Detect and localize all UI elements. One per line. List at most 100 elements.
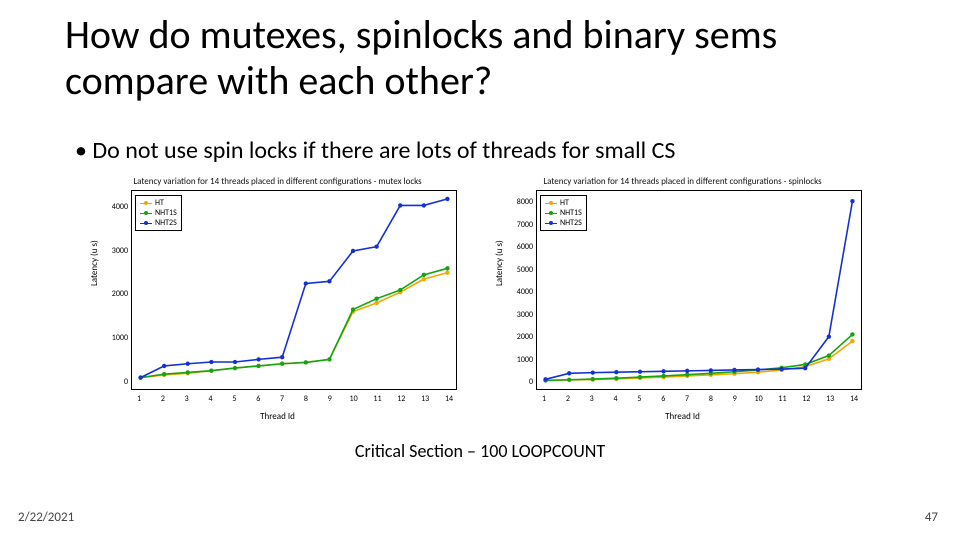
x-tick: 13 bbox=[823, 394, 837, 404]
x-tick: 3 bbox=[180, 394, 194, 404]
chart-mutex: Latency variation for 14 threads placed … bbox=[85, 176, 470, 426]
x-tick: 10 bbox=[752, 394, 766, 404]
x-tick: 5 bbox=[227, 394, 241, 404]
series-marker bbox=[827, 353, 831, 357]
x-tick: 12 bbox=[394, 394, 408, 404]
series-marker bbox=[567, 371, 571, 375]
legend-swatch-icon bbox=[545, 213, 557, 214]
legend-item: NHT1S bbox=[545, 208, 582, 218]
series-marker bbox=[638, 375, 642, 379]
footer-page: 47 bbox=[925, 510, 938, 525]
x-tick: 2 bbox=[156, 394, 170, 404]
series-marker bbox=[233, 360, 237, 364]
x-tick: 9 bbox=[323, 394, 337, 404]
y-tick: 8000 bbox=[499, 197, 533, 207]
chart-spinlock: Latency variation for 14 threads placed … bbox=[490, 176, 875, 426]
x-tick: 8 bbox=[299, 394, 313, 404]
series-marker bbox=[209, 360, 213, 364]
series-marker bbox=[685, 372, 689, 376]
series-marker bbox=[327, 279, 331, 283]
x-tick: 9 bbox=[728, 394, 742, 404]
series-marker bbox=[422, 273, 426, 277]
legend: HTNHT1SNHT2S bbox=[135, 195, 182, 231]
series-marker bbox=[280, 355, 284, 359]
x-tick: 4 bbox=[609, 394, 623, 404]
series-marker bbox=[709, 368, 713, 372]
series-marker bbox=[374, 301, 378, 305]
series-marker bbox=[374, 296, 378, 300]
legend-label: HT bbox=[155, 198, 164, 208]
charts-row: Latency variation for 14 threads placed … bbox=[85, 176, 875, 426]
series-marker bbox=[685, 369, 689, 373]
legend-swatch-icon bbox=[140, 203, 152, 204]
series-marker bbox=[591, 377, 595, 381]
y-tick: 6000 bbox=[499, 242, 533, 252]
x-tick: 6 bbox=[656, 394, 670, 404]
series-marker bbox=[779, 367, 783, 371]
series-marker bbox=[445, 197, 449, 201]
series-marker bbox=[186, 370, 190, 374]
y-tick: 1000 bbox=[499, 355, 533, 365]
x-tick: 7 bbox=[275, 394, 289, 404]
series-marker bbox=[614, 370, 618, 374]
series-marker bbox=[756, 367, 760, 371]
series-marker bbox=[567, 378, 571, 382]
series-marker bbox=[233, 366, 237, 370]
series-line bbox=[546, 201, 853, 379]
x-tick: 12 bbox=[799, 394, 813, 404]
x-tick: 3 bbox=[585, 394, 599, 404]
x-tick: 7 bbox=[680, 394, 694, 404]
y-tick: 2000 bbox=[94, 289, 128, 299]
legend-swatch-icon bbox=[140, 213, 152, 214]
y-tick: 1000 bbox=[94, 333, 128, 343]
x-tick: 14 bbox=[442, 394, 456, 404]
y-tick: 0 bbox=[499, 377, 533, 387]
legend-swatch-icon bbox=[140, 223, 152, 224]
series-marker bbox=[138, 375, 142, 379]
y-tick: 4000 bbox=[94, 202, 128, 212]
series-marker bbox=[304, 360, 308, 364]
series-marker bbox=[827, 334, 831, 338]
x-tick: 5 bbox=[632, 394, 646, 404]
y-tick: 5000 bbox=[499, 265, 533, 275]
y-tick: 2000 bbox=[499, 332, 533, 342]
series-marker bbox=[422, 277, 426, 281]
legend-label: NHT2S bbox=[560, 218, 582, 228]
x-tick: 8 bbox=[704, 394, 718, 404]
chart-caption: Critical Section – 100 LOOPCOUNT bbox=[0, 440, 960, 462]
legend-label: NHT1S bbox=[560, 208, 582, 218]
legend-item: NHT2S bbox=[140, 218, 177, 228]
series-marker bbox=[422, 203, 426, 207]
x-tick: 4 bbox=[204, 394, 218, 404]
series-marker bbox=[351, 249, 355, 253]
series-marker bbox=[638, 370, 642, 374]
legend: HTNHT1SNHT2S bbox=[540, 195, 587, 231]
chart-title: Latency variation for 14 threads placed … bbox=[490, 176, 875, 187]
series-marker bbox=[614, 376, 618, 380]
series-marker bbox=[803, 366, 807, 370]
series-marker bbox=[398, 203, 402, 207]
series-marker bbox=[162, 372, 166, 376]
x-tick: 13 bbox=[418, 394, 432, 404]
legend-item: NHT2S bbox=[545, 218, 582, 228]
y-tick: 3000 bbox=[94, 246, 128, 256]
series-marker bbox=[850, 339, 854, 343]
series-line bbox=[141, 268, 448, 377]
legend-swatch-icon bbox=[545, 203, 557, 204]
series-marker bbox=[543, 377, 547, 381]
y-tick: 0 bbox=[94, 377, 128, 387]
legend-label: NHT2S bbox=[155, 218, 177, 228]
x-tick: 10 bbox=[347, 394, 361, 404]
legend-item: HT bbox=[140, 198, 177, 208]
series-marker bbox=[256, 357, 260, 361]
x-tick: 14 bbox=[847, 394, 861, 404]
series-marker bbox=[327, 357, 331, 361]
y-tick: 4000 bbox=[499, 287, 533, 297]
series-marker bbox=[850, 199, 854, 203]
series-marker bbox=[256, 364, 260, 368]
series-marker bbox=[280, 362, 284, 366]
y-tick: 3000 bbox=[499, 310, 533, 320]
series-marker bbox=[186, 362, 190, 366]
chart-title: Latency variation for 14 threads placed … bbox=[85, 176, 470, 187]
x-axis-label: Thread Id bbox=[490, 411, 875, 422]
